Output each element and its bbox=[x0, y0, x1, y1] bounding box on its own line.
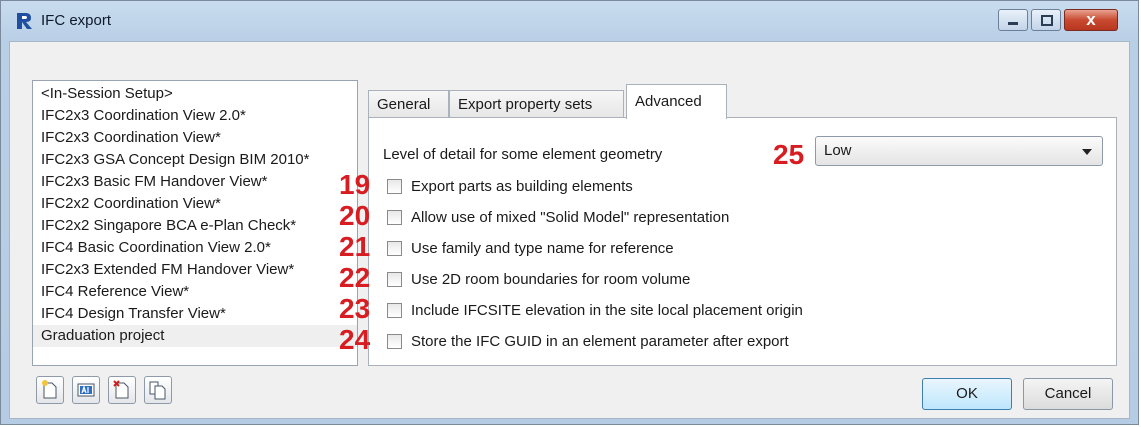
checkbox[interactable] bbox=[387, 241, 402, 256]
checkbox[interactable] bbox=[387, 210, 402, 225]
checkbox[interactable] bbox=[387, 272, 402, 287]
setup-item[interactable]: IFC2x3 Basic FM Handover View* bbox=[33, 171, 357, 193]
maximize-icon[interactable] bbox=[1031, 9, 1061, 31]
setup-item[interactable]: IFC2x3 Coordination View 2.0* bbox=[33, 105, 357, 127]
lod-selected-value: Low bbox=[824, 142, 852, 159]
annotation-number: 19 bbox=[339, 169, 371, 200]
setup-item[interactable]: IFC2x3 Extended FM Handover View* bbox=[33, 259, 357, 281]
new-setup-button[interactable] bbox=[36, 376, 64, 404]
checkbox[interactable] bbox=[387, 334, 402, 349]
annotation-number: 25 bbox=[773, 139, 805, 170]
option-label: Store the IFC GUID in an element paramet… bbox=[411, 333, 789, 350]
annotation-number: 20 bbox=[339, 200, 371, 231]
ifc-export-dialog: IFC export x <In-Session Setup> IFC2x3 C… bbox=[0, 0, 1139, 425]
setup-item[interactable]: IFC4 Reference View* bbox=[33, 281, 357, 303]
duplicate-setup-button[interactable] bbox=[144, 376, 172, 404]
setup-item[interactable]: IFC4 Basic Coordination View 2.0* bbox=[33, 237, 357, 259]
ok-button[interactable]: OK bbox=[922, 378, 1012, 410]
setup-item[interactable]: IFC2x3 GSA Concept Design BIM 2010* bbox=[33, 149, 357, 171]
setup-list[interactable]: <In-Session Setup> IFC2x3 Coordination V… bbox=[32, 80, 358, 366]
duplicate-setup-icon bbox=[149, 381, 166, 400]
setup-item[interactable]: <In-Session Setup> bbox=[33, 83, 357, 105]
revit-app-icon bbox=[17, 13, 32, 29]
window-title: IFC export bbox=[41, 12, 112, 29]
checkbox[interactable] bbox=[387, 303, 402, 318]
setup-item-selected[interactable]: Graduation project bbox=[33, 325, 357, 347]
setup-item[interactable]: IFC2x2 Singapore BCA e-Plan Check* bbox=[33, 215, 357, 237]
title-bar[interactable]: IFC export x bbox=[1, 1, 1138, 41]
lod-dropdown[interactable]: Low bbox=[815, 136, 1103, 166]
option-label: Use 2D room boundaries for room volume bbox=[411, 271, 691, 288]
rename-setup-button[interactable] bbox=[72, 376, 100, 404]
close-icon[interactable]: x bbox=[1064, 9, 1118, 31]
option-label: Include IFCSITE elevation in the site lo… bbox=[411, 302, 803, 319]
annotation-number: 24 bbox=[339, 324, 371, 355]
dialog-client-area: <In-Session Setup> IFC2x3 Coordination V… bbox=[9, 41, 1130, 419]
close-glyph: x bbox=[1086, 10, 1096, 29]
tab-general[interactable]: General bbox=[368, 90, 449, 118]
new-setup-icon bbox=[42, 380, 57, 399]
lod-label: Level of detail for some element geometr… bbox=[383, 146, 663, 163]
checkbox[interactable] bbox=[387, 179, 402, 194]
tab-export-property-sets[interactable]: Export property sets bbox=[449, 90, 624, 118]
tab-advanced[interactable]: Advanced bbox=[626, 84, 727, 119]
annotation-number: 21 bbox=[339, 231, 371, 262]
annotation-number: 22 bbox=[339, 262, 371, 293]
cancel-button[interactable]: Cancel bbox=[1023, 378, 1113, 410]
dropdown-arrow-icon bbox=[1082, 149, 1092, 155]
option-label: Allow use of mixed "Solid Model" represe… bbox=[411, 209, 730, 226]
delete-setup-button[interactable] bbox=[108, 376, 136, 404]
delete-setup-icon bbox=[113, 380, 129, 399]
minimize-icon[interactable] bbox=[998, 9, 1028, 31]
option-label: Use family and type name for reference bbox=[411, 240, 674, 257]
setup-item[interactable]: IFC2x3 Coordination View* bbox=[33, 127, 357, 149]
rename-setup-icon bbox=[77, 383, 95, 397]
advanced-panel: Level of detail for some element geometr… bbox=[339, 117, 1117, 366]
option-label: Export parts as building elements bbox=[411, 178, 633, 195]
setup-item[interactable]: IFC2x2 Coordination View* bbox=[33, 193, 357, 215]
setup-item[interactable]: IFC4 Design Transfer View* bbox=[33, 303, 357, 325]
annotation-number: 23 bbox=[339, 293, 371, 324]
